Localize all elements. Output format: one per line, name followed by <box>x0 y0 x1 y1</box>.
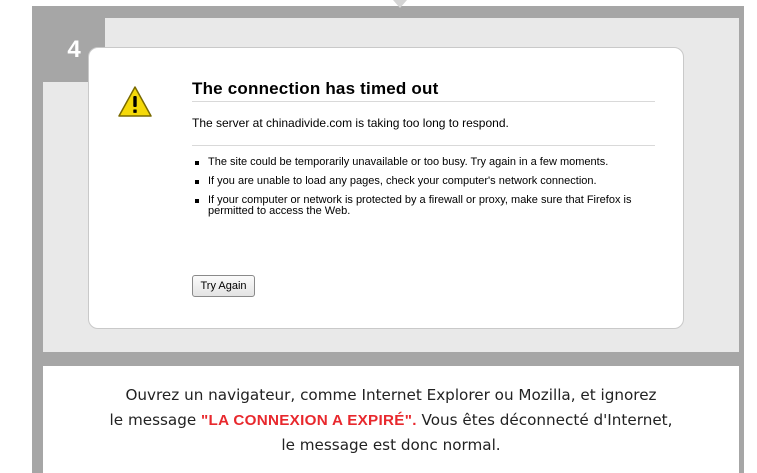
caption-text: le message <box>109 411 202 429</box>
caption-line-1: Ouvrez un navigateur, comme Internet Exp… <box>125 386 657 404</box>
error-description: The server at chinadivide.com is taking … <box>192 116 509 130</box>
warning-icon <box>118 86 152 117</box>
caption-text: Vous êtes déconnecté d'Internet, <box>416 411 673 429</box>
list-item: The site could be temporarily unavailabl… <box>192 157 632 168</box>
caption-line-2: le message "LA CONNEXION A EXPIRÉ". Vous… <box>43 408 739 433</box>
caption-line-3: le message est donc normal. <box>281 436 501 454</box>
list-item: If you are unable to load any pages, che… <box>192 176 632 187</box>
caption-highlight: "LA CONNEXION A EXPIRÉ". <box>201 412 417 429</box>
title-divider <box>192 101 655 102</box>
error-title: The connection has timed out <box>192 79 439 98</box>
description-divider <box>192 145 655 146</box>
try-again-button[interactable]: Try Again <box>192 275 255 297</box>
instruction-caption: Ouvrez un navigateur, comme Internet Exp… <box>43 383 739 458</box>
list-item: If your computer or network is protected… <box>192 195 632 217</box>
troubleshooting-list: The site could be temporarily unavailabl… <box>192 157 632 225</box>
connector-arrow <box>393 0 407 8</box>
